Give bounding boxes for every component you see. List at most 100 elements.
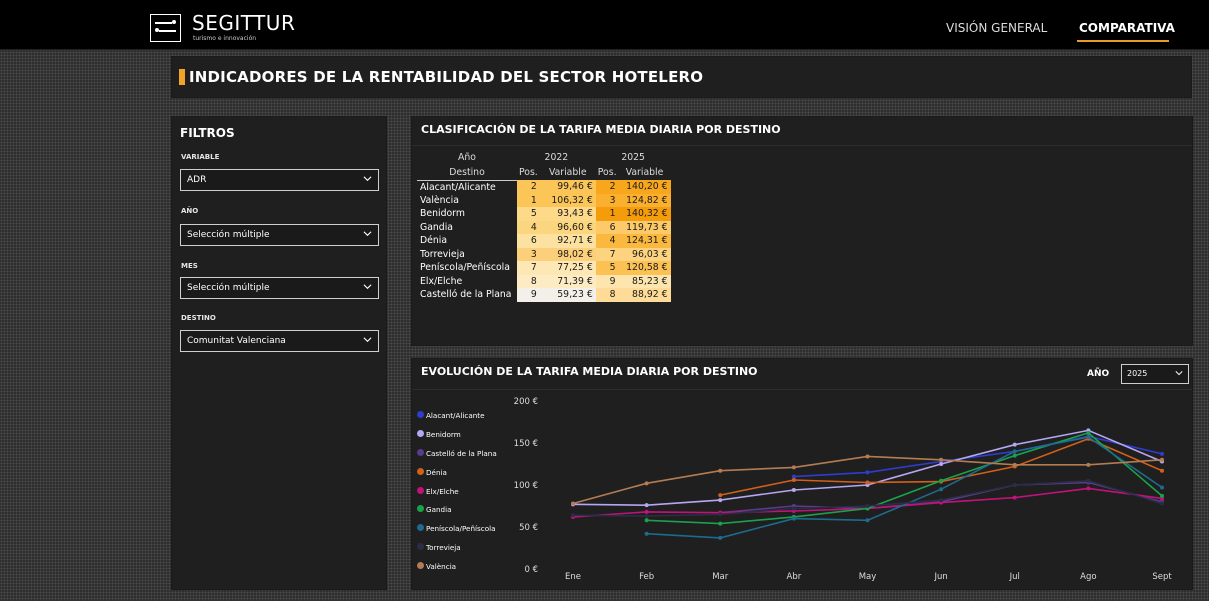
filters-title: FILTROS bbox=[180, 126, 235, 140]
pos-2025-cell: 2 bbox=[595, 180, 619, 194]
data-point bbox=[1012, 449, 1017, 454]
y-tick-label: 200 € bbox=[514, 397, 538, 407]
data-point bbox=[791, 488, 796, 493]
series-line bbox=[572, 487, 1163, 518]
data-point bbox=[718, 521, 723, 526]
destination-cell: Torrevieja bbox=[420, 248, 465, 260]
pos-2022-cell: 1 bbox=[517, 193, 540, 207]
destination-label: DESTINO bbox=[181, 314, 216, 322]
month-select-value: Selección múltiple bbox=[187, 283, 270, 293]
header-pos-a: Pos. bbox=[519, 167, 538, 178]
table-row: Dénia 6 92,71 €4 124,31 € bbox=[417, 234, 671, 248]
data-point bbox=[1160, 485, 1164, 490]
pos-2025-cell: 1 bbox=[595, 207, 619, 221]
destination-select-value: Comunitat Valenciana bbox=[187, 336, 286, 346]
destination-cell: Elx/Elche bbox=[420, 275, 463, 287]
data-point bbox=[791, 516, 796, 521]
data-point bbox=[865, 504, 870, 508]
y-tick-label: 50 € bbox=[519, 523, 538, 533]
data-point bbox=[1160, 451, 1164, 456]
pos-2022-cell: 9 bbox=[517, 288, 540, 302]
year-select[interactable]: Selección múltiple bbox=[180, 224, 379, 246]
data-point bbox=[1160, 493, 1164, 498]
page-title: INDICADORES DE LA RENTABILIDAD DEL SECTO… bbox=[189, 68, 704, 86]
header-year-a: 2022 bbox=[544, 152, 569, 163]
destination-select[interactable]: Comunitat Valenciana bbox=[180, 330, 379, 352]
top-bar: SEGITTUR turismo e innovación VISIÓN GEN… bbox=[0, 0, 1209, 50]
data-point bbox=[718, 512, 723, 517]
value-2025-cell: 96,03 € bbox=[618, 247, 671, 261]
data-point bbox=[791, 477, 796, 482]
page-title-panel: INDICADORES DE LA RENTABILIDAD DEL SECTO… bbox=[171, 56, 1192, 98]
value-2022-cell: 98,02 € bbox=[539, 247, 596, 261]
destination-cell: Dénia bbox=[420, 235, 448, 247]
table-row: Gandia 4 96,60 €6 119,73 € bbox=[417, 220, 671, 234]
data-point bbox=[1160, 457, 1164, 462]
series-line bbox=[572, 429, 1163, 507]
data-point bbox=[865, 518, 870, 523]
pos-2025-cell: 6 bbox=[595, 220, 619, 234]
data-point bbox=[1086, 486, 1091, 491]
data-point bbox=[1160, 501, 1164, 506]
nav-vision-general[interactable]: VISIÓN GENERAL bbox=[946, 21, 1047, 35]
data-point bbox=[1086, 462, 1091, 467]
header-destination: Destino bbox=[449, 166, 485, 178]
ranking-table: Año 2022 2025 Destino Pos. Variable Pos.… bbox=[417, 150, 671, 302]
table-row: Benidorm 5 93,43 €1 140,32 € bbox=[417, 207, 671, 221]
brand-name: SEGITTUR bbox=[192, 11, 296, 35]
y-tick-label: 100 € bbox=[514, 481, 538, 491]
evolution-panel: EVOLUCIÓN DE LA TARIFA MEDIA DIARIA POR … bbox=[411, 358, 1193, 590]
data-point bbox=[1086, 430, 1091, 435]
x-tick-label: Mar bbox=[712, 572, 729, 582]
x-tick-label: Jun bbox=[933, 572, 947, 582]
x-tick-label: Sept bbox=[1152, 572, 1172, 582]
chevron-down-icon bbox=[363, 284, 372, 290]
value-2022-cell: 96,60 € bbox=[539, 220, 596, 234]
variable-select-value: ADR bbox=[187, 175, 207, 185]
data-point bbox=[571, 513, 575, 518]
data-point bbox=[939, 478, 944, 483]
pos-2025-cell: 7 bbox=[595, 247, 619, 261]
ranking-title: CLASIFICACIÓN DE LA TARIFA MEDIA DIARIA … bbox=[421, 123, 781, 136]
data-point bbox=[865, 480, 870, 485]
evolution-line-chart: 0 € 50 € 100 € 150 € 200 € Ene Feb Mar Abr May Jun… bbox=[514, 397, 1173, 582]
table-row: Torrevieja 3 98,02 €7 96,03 € bbox=[417, 247, 671, 261]
data-point bbox=[718, 498, 723, 503]
table-row: Elx/Elche 8 71,39 €9 85,23 € bbox=[417, 274, 671, 288]
variable-select[interactable]: ADR bbox=[180, 169, 379, 191]
table-row: Peníscola/Peñíscola 7 77,25 €5 120,58 € bbox=[417, 261, 671, 275]
x-tick-label: Abr bbox=[787, 572, 802, 582]
year-label: AÑO bbox=[181, 207, 199, 215]
data-point bbox=[1086, 435, 1091, 440]
nav-comparativa[interactable]: COMPARATIVA bbox=[1079, 21, 1175, 35]
chevron-down-icon bbox=[363, 176, 372, 182]
value-2022-cell: 99,46 € bbox=[539, 180, 596, 194]
pos-2025-cell: 5 bbox=[595, 261, 619, 275]
series-line bbox=[646, 432, 1163, 525]
header-year-b: 2025 bbox=[621, 152, 645, 163]
month-select[interactable]: Selección múltiple bbox=[180, 277, 379, 299]
pos-2022-cell: 3 bbox=[517, 247, 540, 261]
data-point bbox=[939, 457, 944, 462]
value-2022-cell: 77,25 € bbox=[539, 261, 596, 275]
data-point bbox=[1086, 478, 1091, 483]
data-point bbox=[644, 514, 649, 519]
data-point bbox=[1012, 453, 1017, 458]
month-label: MES bbox=[181, 262, 198, 270]
value-2022-cell: 92,71 € bbox=[539, 234, 596, 248]
data-point bbox=[1012, 462, 1017, 467]
series-line bbox=[572, 455, 1163, 505]
x-tick-label: Jul bbox=[1009, 572, 1020, 582]
data-point bbox=[644, 503, 649, 508]
header-var-a: Variable bbox=[548, 167, 587, 178]
data-point bbox=[939, 462, 944, 466]
destination-cell: València bbox=[420, 194, 459, 206]
pos-2025-cell: 8 bbox=[595, 288, 619, 302]
x-tick-label: Ago bbox=[1080, 572, 1096, 582]
data-point bbox=[718, 493, 723, 498]
data-point bbox=[644, 509, 649, 514]
data-point bbox=[865, 454, 870, 459]
title-accent-bar bbox=[179, 69, 185, 85]
destination-cell: Benidorm bbox=[420, 208, 465, 220]
header-var-b: Variable bbox=[625, 167, 664, 178]
